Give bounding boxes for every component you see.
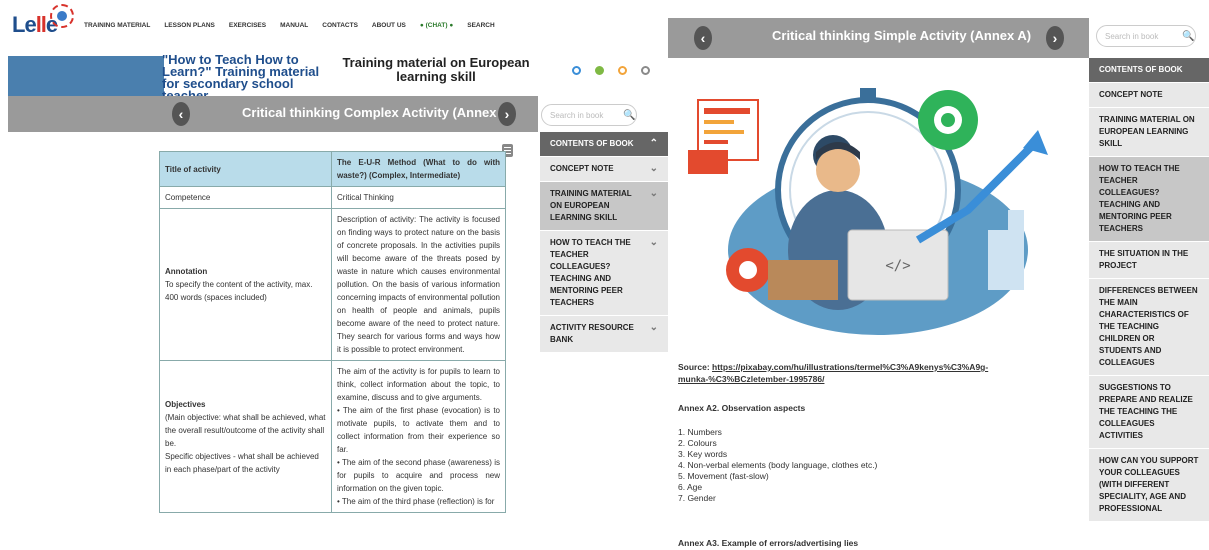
image-source: Source: https://pixabay.com/hu/illustrat… bbox=[678, 361, 1018, 385]
right-contents-menu: CONTENTS OF BOOK CONCEPT NOTE TRAINING M… bbox=[1089, 58, 1209, 522]
nav-exercises[interactable]: EXERCISES bbox=[229, 22, 266, 29]
source-link[interactable]: https://pixabay.com/hu/illustrations/ter… bbox=[678, 362, 988, 384]
table-cell-label: Annotation To specify the content of the… bbox=[159, 208, 332, 361]
menu-item-situation[interactable]: THE SITUATION IN THE PROJECT bbox=[1089, 242, 1209, 279]
list-item: 4. Non-verbal elements (body language, c… bbox=[678, 460, 878, 470]
search-icon[interactable]: 🔍 bbox=[623, 110, 635, 121]
close-icon[interactable]: X bbox=[644, 102, 656, 123]
menu-item-support[interactable]: HOW CAN YOU SUPPORT YOUR COLLEAGUES (WIT… bbox=[1089, 449, 1209, 522]
dot-orange-icon[interactable] bbox=[618, 66, 627, 75]
list-item: 1. Numbers bbox=[678, 427, 722, 437]
objectives-hint-specific: Specific objectives - what shall be achi… bbox=[165, 451, 319, 474]
prev-page-icon[interactable]: ‹ bbox=[172, 102, 190, 126]
nav-training-material[interactable]: TRAINING MATERIAL bbox=[84, 22, 150, 29]
right-section-title: Critical thinking Simple Activity (Annex… bbox=[772, 28, 1032, 43]
search-icon[interactable]: 🔍 bbox=[1182, 31, 1194, 42]
nav-chat[interactable]: ● (CHAT) ● bbox=[420, 22, 453, 29]
annotation-heading: Annotation bbox=[165, 267, 208, 276]
annotation-hint: To specify the content of the activity, … bbox=[165, 280, 313, 302]
menu-item-label: CONTENTS OF BOOK bbox=[550, 139, 634, 148]
productivity-illustration: </> bbox=[688, 88, 1048, 335]
table-cell-label: Objectives (Main objective: what shall b… bbox=[159, 360, 332, 513]
table-cell-label: Title of activity bbox=[159, 151, 332, 187]
objectives-intro: The aim of the activity is for pupils to… bbox=[337, 367, 500, 402]
activity-table: Title of activity The E-U-R Method (What… bbox=[159, 151, 506, 513]
right-search-input[interactable]: Search in book bbox=[1096, 25, 1196, 47]
list-item: 2. Colours bbox=[678, 438, 717, 448]
menu-item-differences[interactable]: DIFFERENCES BETWEEN THE MAIN CHARACTERIS… bbox=[1089, 279, 1209, 376]
menu-item-how-to-teach[interactable]: HOW TO TEACH THE TEACHER COLLEAGUES? TEA… bbox=[1089, 157, 1209, 242]
source-label: Source: bbox=[678, 362, 710, 372]
objectives-heading: Objectives bbox=[165, 399, 206, 409]
nav-contacts[interactable]: CONTACTS bbox=[322, 22, 358, 29]
logo-text-b: ll bbox=[35, 12, 47, 37]
menu-item-training-material[interactable]: TRAINING MATERIAL ON EUROPEAN LEARNING S… bbox=[540, 182, 668, 231]
chevron-down-icon: ⌄ bbox=[649, 188, 658, 199]
chevron-down-icon: ⌄ bbox=[649, 237, 658, 248]
list-item: 3. Key words bbox=[678, 449, 728, 459]
next-page-icon[interactable]: › bbox=[1046, 26, 1064, 50]
objectives-list: The aim of the first phase (evocation) i… bbox=[337, 404, 500, 508]
svg-text:</>: </> bbox=[885, 258, 910, 274]
screenshot-composite: Lelle TRAINING MATERIAL LESSON PLANS EXE… bbox=[0, 0, 1209, 550]
annex-a3-heading: Annex A3. Example of errors/advertising … bbox=[678, 538, 859, 548]
menu-item-label: ACTIVITY RESOURCE BANK bbox=[550, 323, 634, 344]
menu-item-suggestions[interactable]: SUGGESTIONS TO PREPARE AND REALIZE THE T… bbox=[1089, 376, 1209, 449]
table-row: Competence Critical Thinking bbox=[159, 186, 506, 209]
table-cell-label: Competence bbox=[159, 186, 332, 209]
table-cell-value: Description of activity: The activity is… bbox=[331, 208, 506, 361]
next-page-icon[interactable]: › bbox=[498, 102, 516, 126]
list-item: 5. Movement (fast-slow) bbox=[678, 471, 769, 481]
table-cell-value: Critical Thinking bbox=[331, 186, 506, 209]
menu-item-label: TRAINING MATERIAL ON EUROPEAN LEARNING S… bbox=[550, 189, 632, 222]
left-section-title: Critical thinking Complex Activity (Anne… bbox=[242, 105, 514, 120]
table-cell-value: The E-U-R Method (What to do with waste?… bbox=[331, 151, 506, 187]
list-item: 6. Age bbox=[678, 482, 703, 492]
menu-item-how-to-teach[interactable]: HOW TO TEACH THE TEACHER COLLEAGUES? TEA… bbox=[540, 231, 668, 316]
nav-search[interactable]: SEARCH bbox=[467, 22, 494, 29]
menu-item-training-material[interactable]: TRAINING MATERIAL ON EUROPEAN LEARNING S… bbox=[1089, 108, 1209, 157]
menu-item-activity-bank[interactable]: ACTIVITY RESOURCE BANK ⌄ bbox=[540, 316, 668, 353]
annex-a2-heading: Annex A2. Observation aspects bbox=[678, 403, 806, 413]
nav-manual[interactable]: MANUAL bbox=[280, 22, 308, 29]
nav-chat-label: (CHAT) bbox=[425, 22, 448, 29]
table-row: Title of activity The E-U-R Method (What… bbox=[159, 151, 506, 187]
list-item: The aim of the second phase (awareness) … bbox=[337, 456, 500, 495]
dot-green-icon[interactable] bbox=[595, 66, 604, 75]
prev-page-icon[interactable]: ‹ bbox=[694, 26, 712, 50]
list-item: The aim of the first phase (evocation) i… bbox=[337, 404, 500, 456]
menu-item-concept-note[interactable]: CONCEPT NOTE bbox=[1089, 83, 1209, 108]
chevron-down-icon: ⌄ bbox=[649, 163, 658, 174]
chevron-up-icon: ⌃ bbox=[649, 138, 658, 149]
logo-text-a: Le bbox=[12, 12, 37, 37]
top-navigation: Lelle TRAINING MATERIAL LESSON PLANS EXE… bbox=[0, 0, 668, 56]
left-page: Lelle TRAINING MATERIAL LESSON PLANS EXE… bbox=[0, 0, 668, 550]
menu-item-label: CONCEPT NOTE bbox=[550, 164, 614, 173]
observation-aspects-list: 1. Numbers 2. Colours 3. Key words 4. No… bbox=[678, 427, 877, 504]
logo-emblem-icon bbox=[50, 4, 74, 28]
hero-subtitle: Training material on European learning s… bbox=[342, 55, 530, 84]
menu-item-contents[interactable]: CONTENTS OF BOOK ⌃ bbox=[540, 132, 668, 157]
progress-dots bbox=[572, 66, 650, 75]
main-menu: TRAINING MATERIAL LESSON PLANS EXERCISES… bbox=[84, 22, 495, 29]
close-icon[interactable]: X bbox=[1199, 24, 1209, 42]
table-row: Annotation To specify the content of the… bbox=[159, 208, 506, 361]
table-row: Objectives (Main objective: what shall b… bbox=[159, 360, 506, 513]
right-page: ‹ Critical thinking Simple Activity (Ann… bbox=[668, 0, 1209, 550]
dot-blue-icon[interactable] bbox=[572, 66, 581, 75]
menu-item-concept-note[interactable]: CONCEPT NOTE ⌄ bbox=[540, 157, 668, 182]
dot-gray-icon[interactable] bbox=[641, 66, 650, 75]
list-item: The aim of the third phase (reflection) … bbox=[337, 495, 500, 508]
nav-lesson-plans[interactable]: LESSON PLANS bbox=[164, 22, 215, 29]
menu-item-label: HOW TO TEACH THE TEACHER COLLEAGUES? TEA… bbox=[550, 238, 631, 307]
nav-about-us[interactable]: ABOUT US bbox=[372, 22, 406, 29]
hero-title: "How to Teach How to Learn?" Training ma… bbox=[162, 52, 320, 102]
menu-item-contents[interactable]: CONTENTS OF BOOK bbox=[1089, 58, 1209, 83]
chevron-down-icon: ⌄ bbox=[649, 322, 658, 333]
list-item: 7. Gender bbox=[678, 493, 716, 503]
table-cell-value: The aim of the activity is for pupils to… bbox=[331, 360, 506, 513]
objectives-hint-main: (Main objective: what shall be achieved,… bbox=[165, 412, 326, 448]
left-contents-menu: CONTENTS OF BOOK ⌃ CONCEPT NOTE ⌄ TRAINING… bbox=[540, 132, 668, 353]
